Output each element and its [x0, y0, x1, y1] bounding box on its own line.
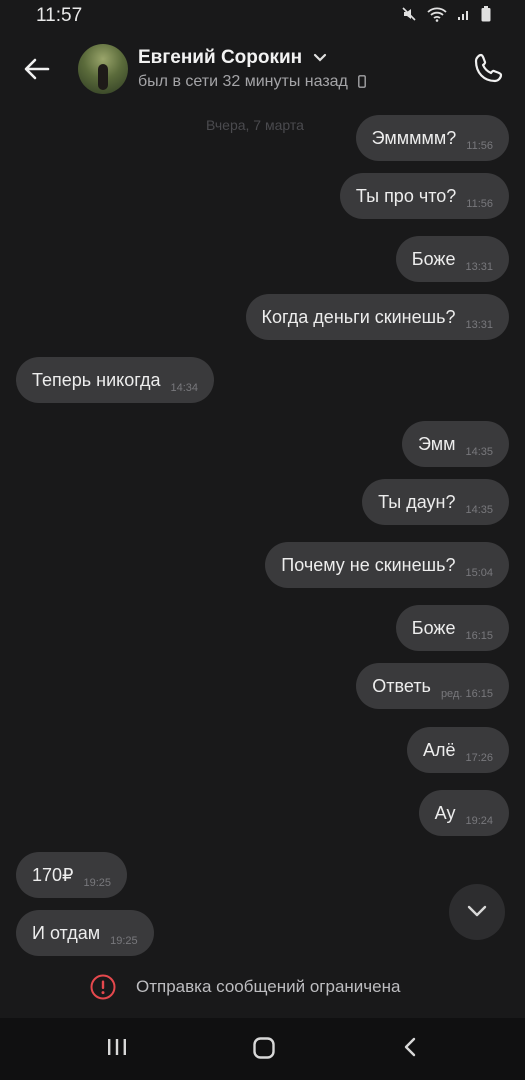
- message-text: 170₽: [32, 864, 74, 885]
- back-arrow-icon[interactable]: [20, 52, 54, 86]
- message-time: 13:31: [465, 261, 493, 273]
- mute-icon: [402, 7, 416, 21]
- contact-name-row[interactable]: Евгений Сорокин: [138, 47, 327, 69]
- message-time: 13:31: [465, 319, 493, 331]
- chevron-down-icon: [314, 53, 327, 62]
- avatar[interactable]: [78, 44, 128, 94]
- system-nav-bar: [0, 1018, 525, 1080]
- message-bubble-outgoing[interactable]: Почему не скинешь? 15:04: [265, 542, 509, 588]
- message-text: Ты про что?: [355, 185, 457, 206]
- message-time: 17:26: [465, 752, 493, 764]
- message-text: Алё: [422, 739, 456, 760]
- message-text: Эммммм?: [371, 127, 457, 148]
- message-bubble-outgoing[interactable]: Алё 17:26: [406, 727, 509, 773]
- message-time: 19:25: [83, 877, 112, 889]
- message-bubble-outgoing[interactable]: Когда деньги скинешь? 13:31: [245, 294, 509, 340]
- signal-icon: [458, 11, 468, 20]
- message-time: 11:56: [466, 140, 493, 152]
- contact-status: был в сети 32 минуты назад: [138, 73, 348, 90]
- message-text: Эмм: [417, 433, 456, 454]
- battery-icon: [481, 6, 491, 22]
- restriction-bar: Отправка сообщений ограничена: [0, 958, 525, 1018]
- status-bar: 11:57: [0, 0, 525, 34]
- message-text: Ответь: [372, 675, 431, 696]
- status-icons: [401, 6, 491, 22]
- message-bubble-outgoing[interactable]: Боже 16:15: [395, 605, 509, 651]
- wifi-icon: [427, 7, 447, 22]
- warning-icon: [90, 974, 116, 1000]
- date-separator: Вчера, 7 марта: [206, 117, 304, 133]
- message-time: ред. 16:15: [440, 688, 493, 700]
- message-text: Теперь никогда: [32, 369, 161, 390]
- message-bubble-outgoing[interactable]: Ты про что? 11:56: [339, 173, 509, 219]
- message-list[interactable]: Вчера, 7 марта Эммммм? 11:56 Ты про что?…: [0, 104, 525, 958]
- restriction-text: Отправка сообщений ограничена: [136, 977, 401, 996]
- message-bubble-outgoing[interactable]: Ау 19:24: [418, 790, 509, 836]
- status-time: 11:57: [36, 5, 83, 26]
- message-text: Боже: [411, 617, 456, 638]
- chat-header: Евгений Сорокин был в сети 32 минуты наз…: [0, 34, 525, 104]
- contact-status-row: был в сети 32 минуты назад: [138, 73, 367, 91]
- message-time: 19:24: [465, 815, 493, 827]
- phone-icon[interactable]: [471, 50, 507, 86]
- message-bubble-outgoing[interactable]: Эммммм? 11:56: [355, 115, 509, 161]
- recent-apps-icon[interactable]: [106, 1036, 128, 1058]
- message-bubble-outgoing[interactable]: Ответь ред. 16:15: [356, 663, 509, 709]
- scroll-down-icon: [467, 905, 487, 917]
- message-time: 14:35: [465, 446, 493, 458]
- scroll-down-button[interactable]: [449, 884, 505, 940]
- message-bubble-outgoing[interactable]: Эмм 14:35: [401, 421, 509, 467]
- message-text: Почему не скинешь?: [281, 554, 456, 575]
- message-text: И отдам: [32, 922, 101, 943]
- message-time: 14:35: [465, 504, 493, 516]
- message-time: 16:15: [465, 630, 493, 642]
- message-text: Ты даун?: [378, 491, 456, 512]
- message-text: Когда деньги скинешь?: [261, 306, 456, 327]
- message-time: 19:25: [110, 935, 138, 947]
- message-bubble-incoming[interactable]: И отдам 19:25: [16, 910, 154, 956]
- message-time: 15:04: [465, 567, 493, 579]
- message-bubble-incoming[interactable]: 170₽ 19:25: [16, 852, 128, 898]
- message-bubble-outgoing[interactable]: Ты даун? 14:35: [362, 479, 509, 525]
- message-time: 14:34: [170, 382, 199, 394]
- contact-name: Евгений Сорокин: [138, 47, 303, 68]
- message-bubble-outgoing[interactable]: Боже 13:31: [395, 236, 509, 282]
- message-text: Боже: [411, 248, 456, 269]
- message-bubble-incoming[interactable]: Теперь никогда 14:34: [16, 357, 215, 403]
- message-text: Ау: [434, 802, 456, 823]
- mobile-device-icon: [358, 75, 367, 89]
- home-icon[interactable]: [252, 1036, 276, 1060]
- restriction-notice: Отправка сообщений ограничена: [90, 974, 400, 1000]
- message-time: 11:56: [466, 198, 493, 210]
- nav-back-icon[interactable]: [400, 1036, 420, 1058]
